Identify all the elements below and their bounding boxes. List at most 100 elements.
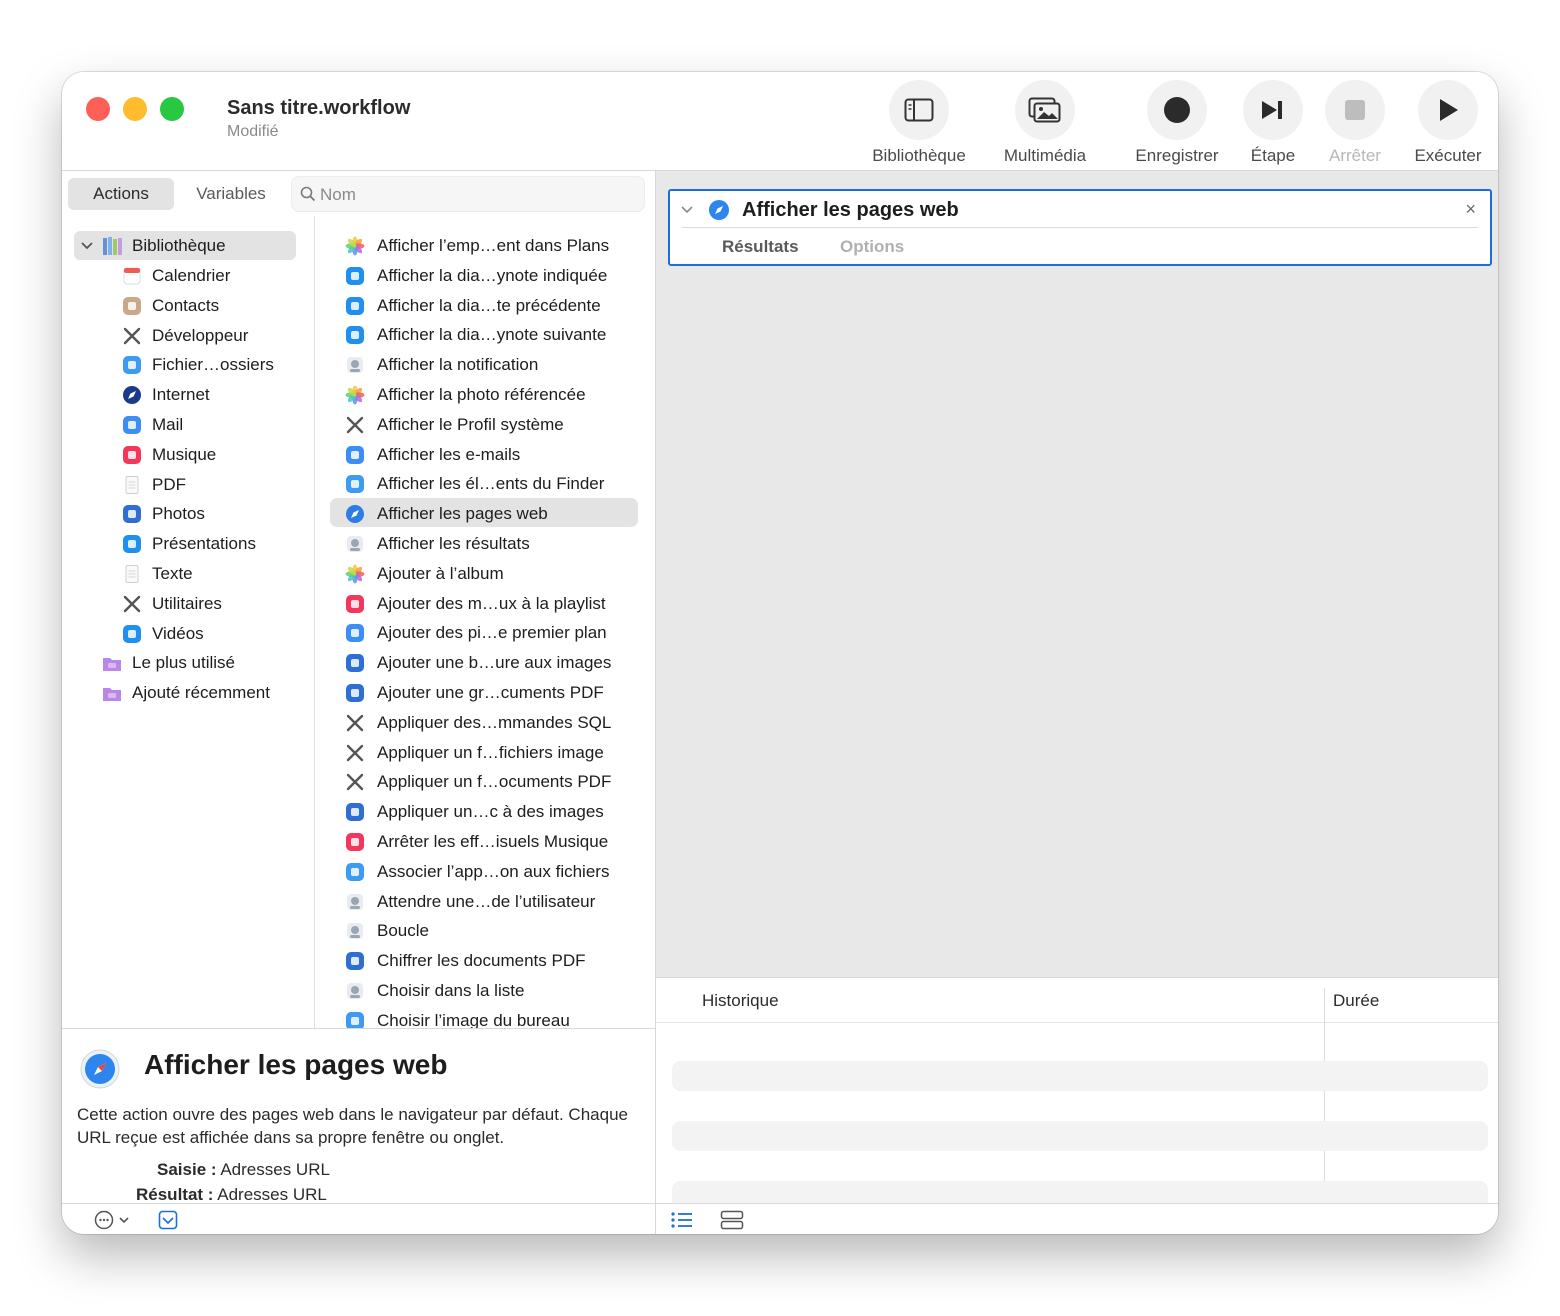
photos-icon xyxy=(123,505,141,523)
library-item-label: Utilitaires xyxy=(152,594,222,613)
history-log: Historique Durée xyxy=(656,977,1498,1204)
library-list: Bibliothèque Calendrier Contacts Développe… xyxy=(62,216,315,1028)
preview-icon xyxy=(346,803,364,821)
smart-folder-icon xyxy=(103,658,121,671)
search-icon xyxy=(300,186,316,202)
library-item-label: Musique xyxy=(152,445,217,464)
split-view-button[interactable] xyxy=(720,1210,744,1234)
photos-flower-icon xyxy=(345,236,365,256)
utilities-icon xyxy=(123,595,141,613)
list-view-button[interactable] xyxy=(670,1210,694,1234)
list-bullet-icon xyxy=(671,1212,692,1228)
library-item-label: Internet xyxy=(152,385,210,404)
action-list-item-label: Attendre une…de l’utilisateur xyxy=(377,892,596,911)
action-description-pane: Afficher les pages web Cette action ouvr… xyxy=(62,1028,656,1204)
record-toolbar-button[interactable]: Enregistrer xyxy=(1129,80,1225,165)
rows-icon xyxy=(720,1210,744,1230)
duration-column-header[interactable]: Durée xyxy=(1333,991,1379,1011)
library-toolbar-label: Bibliothèque xyxy=(872,146,966,165)
media-browser-icon xyxy=(1028,97,1061,123)
keynote-icon xyxy=(123,535,141,553)
preview-icon xyxy=(346,684,364,702)
history-column-header[interactable]: Historique xyxy=(702,991,779,1011)
action-list-item-label: Afficher la notification xyxy=(377,355,539,374)
search-input[interactable]: Nom xyxy=(291,176,645,212)
developer-tools-icon xyxy=(123,327,141,345)
remove-action-button[interactable]: × xyxy=(1465,199,1476,220)
history-row xyxy=(672,1121,1488,1151)
stop-toolbar-label: Arrêter xyxy=(1329,146,1381,165)
workflow-canvas[interactable]: Afficher les pages web × Résultats Optio… xyxy=(656,171,1498,977)
action-list-item-label: Afficher les résultats xyxy=(377,534,530,553)
media-toolbar-label: Multimédia xyxy=(1003,146,1087,165)
mail-icon xyxy=(123,416,141,434)
library-item-label: Ajouté récemment xyxy=(132,683,270,702)
action-list-item-label: Appliquer un f…fichiers image xyxy=(377,743,604,762)
tab-variables[interactable]: Variables xyxy=(176,178,286,210)
more-options-button[interactable] xyxy=(94,1210,132,1234)
tab-results[interactable]: Résultats xyxy=(722,237,799,257)
chevron-down-icon xyxy=(81,242,93,250)
stop-icon xyxy=(1345,100,1365,120)
automator-window: Sans titre.workflow Modifié Bibliothèque… xyxy=(62,72,1498,1234)
safari-icon xyxy=(709,200,729,220)
library-item-label: Présentations xyxy=(152,534,256,553)
description-output: Résultat : Adresses URL xyxy=(136,1185,327,1205)
close-window-button[interactable] xyxy=(86,97,110,121)
keynote-icon xyxy=(346,297,364,315)
action-list-item-label: Associer l’app…on aux fichiers xyxy=(377,862,610,881)
window-subtitle: Modifié xyxy=(227,123,279,140)
contacts-icon xyxy=(123,297,141,315)
finder-icon xyxy=(123,356,141,374)
music-icon xyxy=(346,833,364,851)
keynote-icon xyxy=(346,326,364,344)
actions-variables-segmented-control: Actions Variables xyxy=(68,178,288,210)
action-list-item-label: Afficher la dia…te précédente xyxy=(377,296,601,315)
action-list-item-label: Chiffrer les documents PDF xyxy=(377,951,586,970)
ellipsis-circle-icon xyxy=(94,1210,129,1230)
action-list-item-label: Afficher le Profil système xyxy=(377,415,564,434)
workflow-action-card[interactable]: Afficher les pages web × Résultats Optio… xyxy=(668,189,1492,266)
action-list-item-label: Appliquer un f…ocuments PDF xyxy=(377,772,612,791)
action-list-item-label: Afficher les e-mails xyxy=(377,445,521,464)
tab-actions[interactable]: Actions xyxy=(68,178,174,210)
search-placeholder: Nom xyxy=(320,185,356,204)
library-toolbar-button[interactable]: Bibliothèque xyxy=(868,80,970,165)
action-list-item-label: Appliquer des…mmandes SQL xyxy=(377,713,612,732)
minimize-window-button[interactable] xyxy=(123,97,147,121)
title-bar: Sans titre.workflow Modifié Bibliothèque… xyxy=(62,72,1498,171)
automator-icon xyxy=(347,536,363,552)
action-list-item-label: Afficher l’emp…ent dans Plans xyxy=(377,236,610,255)
record-toolbar-label: Enregistrer xyxy=(1135,146,1219,165)
run-toolbar-button[interactable]: Exécuter xyxy=(1409,80,1487,165)
action-list-item-label: Ajouter des pi…e premier plan xyxy=(377,623,607,642)
music-icon xyxy=(346,595,364,613)
utilities-icon xyxy=(346,744,364,762)
action-list-item-label: Ajouter une b…ure aux images xyxy=(377,653,612,672)
photos-flower-icon xyxy=(345,385,365,405)
stop-toolbar-button[interactable]: Arrêter xyxy=(1324,80,1386,165)
library-item-label: Calendrier xyxy=(152,266,231,285)
chevron-down-icon[interactable] xyxy=(680,205,694,215)
step-forward-icon xyxy=(1262,101,1282,119)
input-label: Saisie : xyxy=(157,1160,217,1179)
utilities-icon xyxy=(346,714,364,732)
library-item-label: Mail xyxy=(152,415,184,434)
zoom-window-button[interactable] xyxy=(160,97,184,121)
step-toolbar-button[interactable]: Étape xyxy=(1243,80,1303,165)
description-toggle-button[interactable] xyxy=(158,1210,178,1234)
history-row xyxy=(672,1181,1488,1204)
action-list-item-label: Choisir l’image du bureau xyxy=(377,1011,570,1028)
finder-icon xyxy=(346,475,364,493)
library-item-label: Développeur xyxy=(152,326,249,345)
library-item-label: Le plus utilisé xyxy=(132,653,236,672)
column-separator xyxy=(1324,988,1325,1204)
quicktime-icon xyxy=(123,625,141,643)
media-toolbar-button[interactable]: Multimédia xyxy=(999,80,1091,165)
keynote-icon xyxy=(346,267,364,285)
log-footer xyxy=(656,1203,1498,1234)
tab-options[interactable]: Options xyxy=(840,237,904,257)
finder-icon xyxy=(346,1012,364,1028)
utilities-icon xyxy=(346,416,364,434)
library-books-icon xyxy=(103,237,122,255)
